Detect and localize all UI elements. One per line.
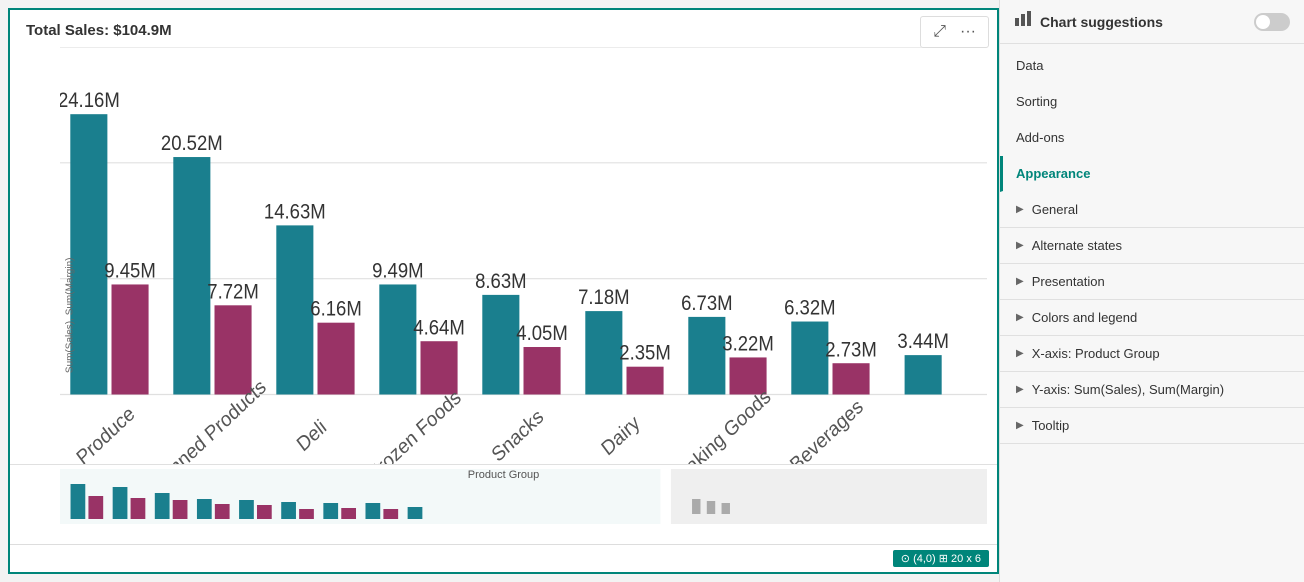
chart-main: Sum(Sales), Sum(Margin) 0 10M 20M 30M 24… <box>10 39 997 464</box>
svg-text:4.64M: 4.64M <box>413 316 465 339</box>
svg-text:2.73M: 2.73M <box>825 338 877 361</box>
svg-text:Baking Goods: Baking Goods <box>673 385 776 464</box>
svg-text:3.22M: 3.22M <box>722 333 774 356</box>
chevron-tooltip-icon: ▶ <box>1016 420 1024 431</box>
nav-label-sorting: Sorting <box>1016 94 1057 109</box>
chevron-y-axis-icon: ▶ <box>1016 384 1024 395</box>
section-alternate-states-header[interactable]: ▶ Alternate states <box>1000 228 1304 263</box>
chevron-x-axis-icon: ▶ <box>1016 348 1024 359</box>
chart-suggestions-icon <box>1014 10 1032 33</box>
svg-text:20.52M: 20.52M <box>161 132 223 155</box>
svg-text:6.32M: 6.32M <box>784 297 836 320</box>
svg-text:14.63M: 14.63M <box>264 200 326 223</box>
section-y-axis: ▶ Y-axis: Sum(Sales), Sum(Margin) <box>1000 372 1304 408</box>
panel-title: Chart suggestions <box>1040 14 1246 30</box>
nav-item-appearance[interactable]: Appearance <box>1000 156 1304 192</box>
nav-items: Data Sorting Add-ons Appearance ▶ Genera… <box>1000 44 1304 582</box>
chart-svg: 0 10M 20M 30M 24.16M 9.45M Produce 20.52… <box>60 47 987 464</box>
svg-text:24.16M: 24.16M <box>60 89 120 112</box>
chart-title: Total Sales: $104.9M <box>10 10 997 39</box>
x-axis-label: Product Group <box>468 469 540 481</box>
svg-text:3.44M: 3.44M <box>897 330 949 353</box>
status-coords: (4,0) <box>913 553 936 565</box>
section-x-axis-label: X-axis: Product Group <box>1032 346 1160 361</box>
section-tooltip-label: Tooltip <box>1032 418 1070 433</box>
section-presentation-header[interactable]: ▶ Presentation <box>1000 264 1304 299</box>
nav-item-addons[interactable]: Add-ons <box>1000 120 1304 156</box>
right-panel: Chart suggestions Data Sorting Add-ons A… <box>999 0 1304 582</box>
section-y-axis-label: Y-axis: Sum(Sales), Sum(Margin) <box>1032 382 1224 397</box>
section-colors-label: Colors and legend <box>1032 310 1138 325</box>
nav-item-data[interactable]: Data <box>1000 48 1304 84</box>
section-alternate-states: ▶ Alternate states <box>1000 228 1304 264</box>
nav-label-appearance: Appearance <box>1016 166 1090 181</box>
status-bar: ⊙ (4,0) ⊞ 20 x 6 <box>10 544 997 572</box>
svg-text:Dairy: Dairy <box>598 411 645 460</box>
svg-text:6.16M: 6.16M <box>310 298 362 321</box>
expand-button[interactable]: ⤢ <box>929 21 950 43</box>
svg-text:8.63M: 8.63M <box>475 270 527 293</box>
svg-text:9.45M: 9.45M <box>104 260 156 283</box>
chart-toolbar: ⤢ ··· <box>920 16 989 48</box>
svg-text:Beverages: Beverages <box>786 395 867 464</box>
section-colors-legend: ▶ Colors and legend <box>1000 300 1304 336</box>
chevron-alternate-icon: ▶ <box>1016 240 1024 251</box>
section-x-axis-header[interactable]: ▶ X-axis: Product Group <box>1000 336 1304 371</box>
section-presentation-label: Presentation <box>1032 274 1105 289</box>
svg-text:Frozen Foods: Frozen Foods <box>364 386 465 464</box>
section-tooltip-header[interactable]: ▶ Tooltip <box>1000 408 1304 443</box>
section-presentation: ▶ Presentation <box>1000 264 1304 300</box>
chevron-colors-icon: ▶ <box>1016 312 1024 323</box>
section-alternate-label: Alternate states <box>1032 238 1122 253</box>
chevron-presentation-icon: ▶ <box>1016 276 1024 287</box>
chart-mini: Product Group <box>10 464 997 544</box>
svg-text:7.18M: 7.18M <box>578 286 630 309</box>
svg-text:9.49M: 9.49M <box>372 260 424 283</box>
svg-text:7.72M: 7.72M <box>207 280 259 303</box>
y-axis-label: Sum(Sales), Sum(Margin) <box>64 257 75 373</box>
svg-text:4.05M: 4.05M <box>516 322 568 345</box>
more-options-button[interactable]: ··· <box>956 21 980 43</box>
section-y-axis-header[interactable]: ▶ Y-axis: Sum(Sales), Sum(Margin) <box>1000 372 1304 407</box>
nav-label-addons: Add-ons <box>1016 130 1064 145</box>
section-tooltip: ▶ Tooltip <box>1000 408 1304 444</box>
panel-header: Chart suggestions <box>1000 0 1304 44</box>
svg-text:6.73M: 6.73M <box>681 292 733 315</box>
section-general-header[interactable]: ▶ General <box>1000 192 1304 227</box>
chevron-general-icon: ▶ <box>1016 204 1024 215</box>
section-x-axis: ▶ X-axis: Product Group <box>1000 336 1304 372</box>
svg-text:Produce: Produce <box>73 402 139 464</box>
chart-area: ⤢ ··· Total Sales: $104.9M Sum(Sales), S… <box>8 8 999 574</box>
svg-text:Deli: Deli <box>293 416 331 457</box>
section-general-label: General <box>1032 202 1078 217</box>
section-general: ▶ General <box>1000 192 1304 228</box>
status-grid: 20 x 6 <box>951 553 981 565</box>
chart-suggestions-toggle[interactable] <box>1254 13 1290 31</box>
status-icon: ⊙ <box>901 553 910 565</box>
nav-label-data: Data <box>1016 58 1043 73</box>
status-badge: ⊙ (4,0) ⊞ 20 x 6 <box>893 550 989 567</box>
section-colors-legend-header[interactable]: ▶ Colors and legend <box>1000 300 1304 335</box>
nav-item-sorting[interactable]: Sorting <box>1000 84 1304 120</box>
svg-text:Snacks: Snacks <box>488 405 548 464</box>
svg-text:2.35M: 2.35M <box>619 342 671 365</box>
status-grid-icon: ⊞ <box>939 553 948 565</box>
